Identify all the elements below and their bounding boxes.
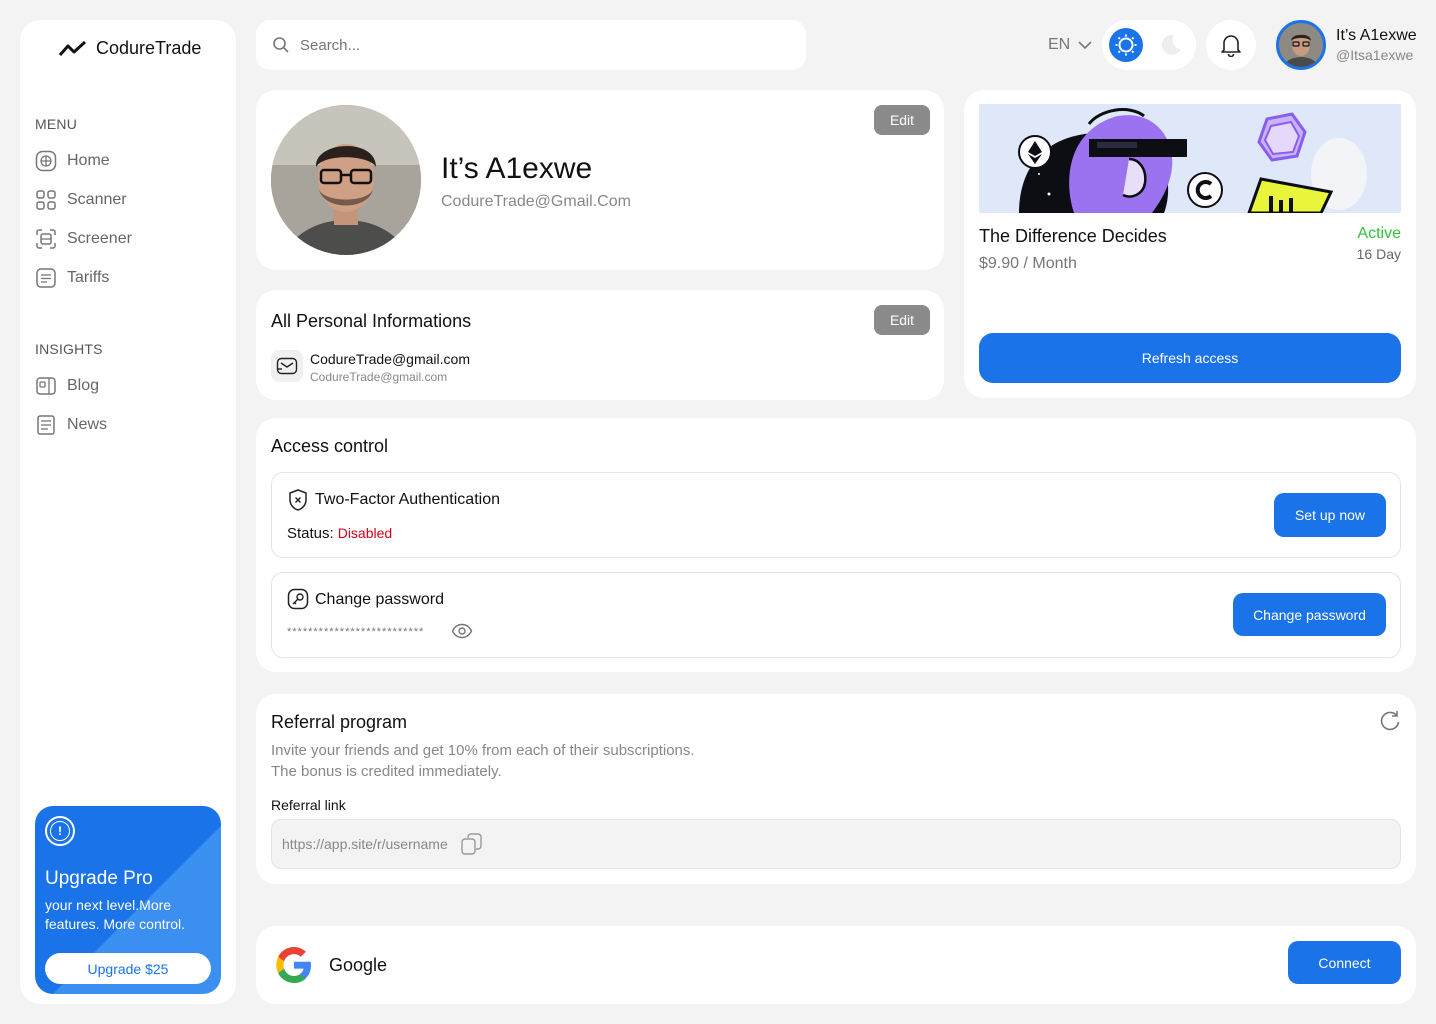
subscription-banner-image [979, 104, 1401, 213]
referral-desc-line1: Invite your friends and get 10% from eac… [271, 742, 695, 759]
key-icon [287, 588, 309, 610]
access-control-card: Access control Two-Factor Authentication… [256, 418, 1416, 672]
brand-name: CodureTrade [96, 38, 202, 58]
upgrade-title: Upgrade Pro [45, 868, 153, 889]
change-password-title: Change password [315, 591, 444, 608]
profile-card: Edit It’s A1exwe CodureTrade@Gmail.Com [256, 90, 944, 270]
theme-toggle[interactable] [1102, 20, 1196, 70]
scanner-icon [36, 190, 56, 210]
setup-2fa-button[interactable]: Set up now [1274, 493, 1386, 537]
upgrade-pro-card: ! Upgrade Pro your next level.More featu… [35, 806, 221, 994]
sidebar-item-tariffs[interactable]: Tariffs [35, 265, 215, 291]
language-selector[interactable]: EN [1048, 36, 1092, 54]
language-label: EN [1048, 36, 1071, 53]
screener-icon [36, 229, 56, 249]
connect-google-button[interactable]: Connect [1288, 941, 1401, 984]
referral-card: Referral program Invite your friends and… [256, 694, 1416, 884]
insights-section-label: INSIGHTS [35, 341, 103, 357]
edit-profile-button[interactable]: Edit [874, 105, 930, 135]
two-factor-panel: Two-Factor Authentication Status: Disable… [271, 472, 1401, 558]
sidebar-item-news[interactable]: News [35, 412, 215, 438]
sidebar-item-label: Tariffs [67, 269, 110, 286]
edit-personal-info-button[interactable]: Edit [874, 305, 930, 335]
sidebar-item-scanner[interactable]: Scanner [35, 187, 215, 213]
alert-icon: ! [45, 816, 75, 846]
search-bar[interactable] [256, 20, 806, 70]
personal-info-title: All Personal Informations [271, 311, 472, 331]
personal-info-card: All Personal Informations Edit CodureTra… [256, 290, 944, 400]
user-menu[interactable]: It’s A1exwe @Itsa1exwe [1276, 20, 1417, 70]
refresh-icon[interactable] [1379, 710, 1401, 732]
sidebar-item-blog[interactable]: Blog [35, 373, 215, 399]
mail-icon [271, 350, 303, 382]
password-panel: Change password ************************… [271, 572, 1401, 658]
referral-link-label: Referral link [271, 797, 346, 813]
sidebar-item-home[interactable]: Home [35, 148, 215, 174]
shield-icon [289, 489, 307, 511]
profile-name: It’s A1exwe [441, 152, 593, 185]
moon-icon[interactable] [1158, 32, 1184, 58]
referral-description: Invite your friends and get 10% from eac… [271, 740, 695, 782]
user-name: It’s A1exwe [1336, 27, 1417, 44]
google-name: Google [329, 955, 388, 975]
brand-logo[interactable]: CodureTrade [58, 38, 201, 59]
referral-desc-line2: The bonus is credited immediately. [271, 763, 502, 780]
chevron-down-icon [1078, 40, 1092, 49]
sidebar-item-label: Blog [67, 377, 100, 394]
plan-price: $9.90 / Month [979, 255, 1077, 272]
referral-title: Referral program [271, 712, 408, 732]
plan-days-remaining: 16 Day [1356, 246, 1401, 262]
status-label: Status: [287, 525, 334, 542]
user-handle: @Itsa1exwe [1336, 47, 1414, 63]
sidebar-item-label: Scanner [67, 191, 127, 208]
sidebar-item-label: Screener [67, 230, 132, 247]
status-value: Disabled [337, 525, 393, 541]
sidebar-item-label: News [67, 416, 108, 433]
eye-icon[interactable] [451, 623, 473, 639]
profile-email: CodureTrade@Gmail.Com [441, 193, 631, 210]
refresh-access-button[interactable]: Refresh access [979, 333, 1401, 383]
sidebar-item-screener[interactable]: Screener [35, 226, 215, 252]
search-input[interactable] [300, 36, 780, 54]
change-password-button[interactable]: Change password [1233, 593, 1386, 636]
copy-icon[interactable] [460, 832, 484, 856]
google-connection-card: Google Connect [256, 926, 1416, 1004]
plan-status-badge: Active [1357, 225, 1401, 242]
referral-link-value: https://app.site/r/username [282, 836, 448, 852]
upgrade-subtitle: your next level.More features. More cont… [45, 897, 186, 932]
google-icon [276, 947, 311, 983]
upgrade-button[interactable]: Upgrade $25 [45, 953, 211, 984]
two-factor-status: Status: Disabled [287, 525, 392, 542]
plan-title: The Difference Decides [979, 226, 1167, 246]
masked-password: ************************** [287, 626, 425, 638]
two-factor-title: Two-Factor Authentication [315, 491, 500, 508]
profile-avatar [271, 105, 421, 255]
referral-link-field[interactable]: https://app.site/r/username [271, 819, 1401, 869]
sun-icon[interactable] [1109, 28, 1143, 62]
notifications-button[interactable] [1206, 20, 1256, 70]
access-control-title: Access control [271, 436, 389, 456]
menu-section-label: MENU [35, 116, 78, 132]
email-primary: CodureTrade@gmail.com [310, 351, 470, 367]
avatar [1276, 20, 1326, 70]
tariffs-icon [36, 268, 56, 288]
email-secondary: CodureTrade@gmail.com [310, 370, 448, 384]
bell-icon [1221, 35, 1241, 57]
search-icon [273, 37, 289, 53]
blog-icon [36, 377, 56, 395]
subscription-card: The Difference Decides $9.90 / Month Act… [964, 90, 1416, 398]
news-icon [37, 415, 55, 435]
home-icon [35, 150, 57, 172]
trend-icon [58, 40, 87, 56]
sidebar: CodureTrade MENU Home Scanner Screener T… [20, 20, 236, 1004]
sidebar-item-label: Home [67, 152, 110, 169]
